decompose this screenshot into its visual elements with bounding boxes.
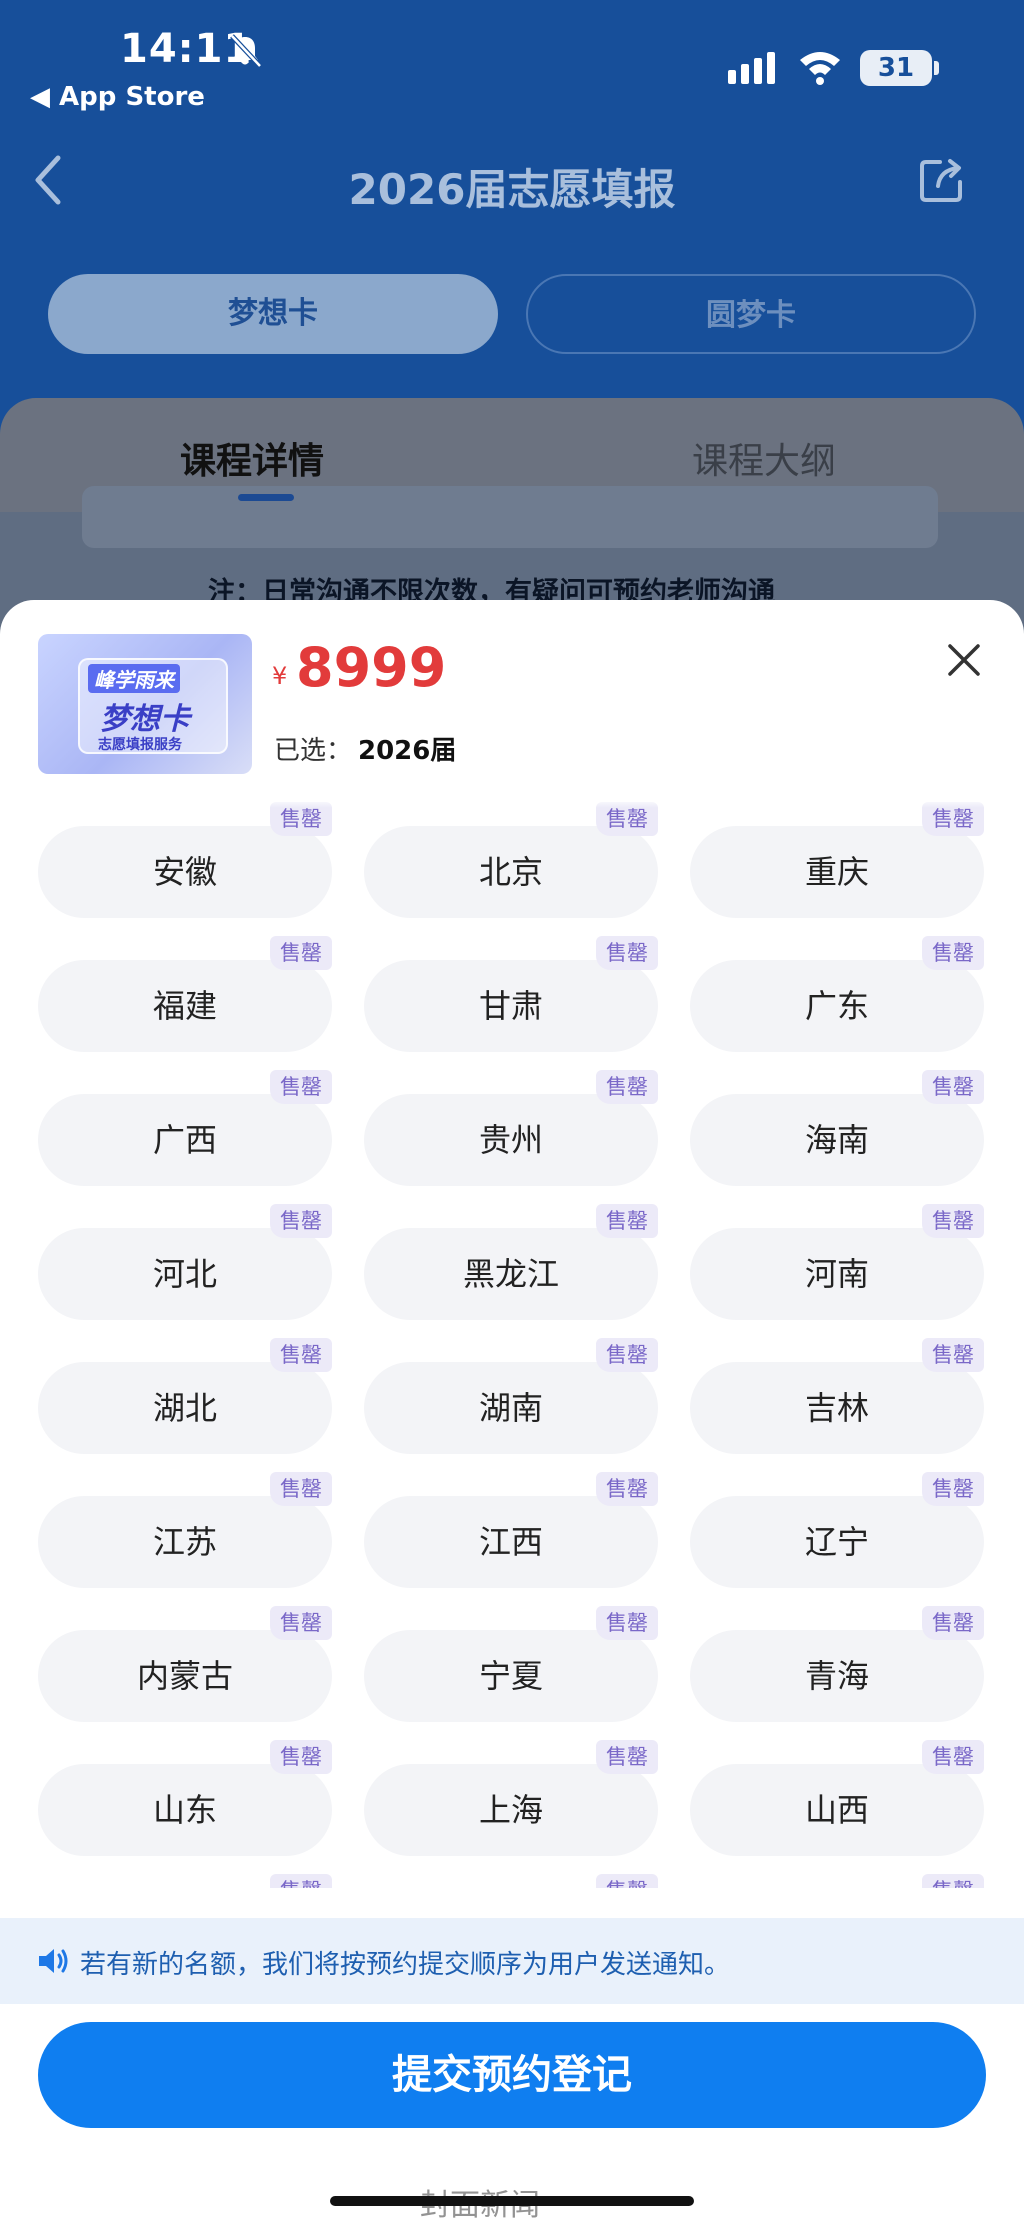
product-name: 梦想卡 [100,702,190,737]
cellular-signal-icon [728,52,775,84]
selected-label: 已选： [274,736,353,766]
home-indicator [330,2196,694,2206]
submit-reservation-button[interactable]: 提交预约登记 [38,2022,986,2128]
province-option[interactable]: 安徽 [38,826,332,918]
province-option[interactable]: 辽宁 [690,1496,984,1588]
notice-bar: 若有新的名额，我们将按预约提交顺序为用户发送通知。 [0,1918,1024,2004]
sold-out-badge: 售罄 [922,1606,984,1640]
province-option[interactable]: 北京 [364,826,658,918]
province-grid: 安徽 售罄 北京 售罄 重庆 售罄 福建 售罄 甘肃 售罄 广东 售罄 广西 售罄 贵州 售罄 海南 售罄 河北 售罄… [0,798,1024,1888]
province-option[interactable]: 福建 [38,960,332,1052]
sold-out-badge: 售罄 [596,936,658,970]
province-option[interactable]: 青海 [690,1630,984,1722]
page-title: 2026届志愿填报 [348,165,676,214]
price-currency: ¥ [272,662,288,690]
province-option[interactable]: 湖南 [364,1362,658,1454]
product-image: 峰学雨来 梦想卡 志愿填报服务 [38,634,252,774]
sold-out-badge: 售罄 [922,1472,984,1506]
tab-dream-card[interactable]: 梦想卡 [48,274,498,354]
sold-out-badge: 售罄 [270,1338,332,1372]
sold-out-badge: 售罄 [922,936,984,970]
active-tab-underline [238,494,294,501]
province-option[interactable]: 宁夏 [364,1630,658,1722]
province-option[interactable]: 湖北 [38,1362,332,1454]
sold-out-badge: 售罄 [596,1472,658,1506]
province-option[interactable]: 甘肃 [364,960,658,1052]
province-option[interactable]: 江苏 [38,1496,332,1588]
close-icon[interactable] [944,640,984,680]
battery-level: 31 [860,50,932,86]
province-option[interactable]: 海南 [690,1094,984,1186]
province-option[interactable]: 内蒙古 [38,1630,332,1722]
sold-out-badge: 售罄 [596,1740,658,1774]
province-option[interactable]: 河北 [38,1228,332,1320]
sold-out-badge: 售罄 [270,1874,332,1888]
back-to-app-store[interactable]: ◀ App Store [30,82,205,112]
status-bar: 14:11 ◀ App Store 31 [0,0,1024,120]
sold-out-badge: 售罄 [922,1204,984,1238]
price: 8999 [296,636,447,699]
tab-course-outline[interactable]: 课程大纲 [692,432,836,484]
selected-value: 2026届 [358,736,457,766]
sold-out-badge: 售罄 [596,1204,658,1238]
grid-fade [0,798,1024,808]
battery-tip [934,61,939,75]
province-option[interactable]: 山西 [690,1764,984,1856]
sold-out-badge: 售罄 [270,1204,332,1238]
speaker-icon [39,1949,68,1973]
sold-out-badge: 售罄 [596,1874,658,1888]
sold-out-badge: 售罄 [596,1070,658,1104]
province-option[interactable]: 上海 [364,1764,658,1856]
sold-out-badge: 售罄 [922,1338,984,1372]
province-option[interactable]: 吉林 [690,1362,984,1454]
notice-text: 若有新的名额，我们将按预约提交顺序为用户发送通知。 [80,1950,731,1980]
sold-out-badge: 售罄 [270,936,332,970]
purchase-sheet: 峰学雨来 梦想卡 志愿填报服务 ¥ 8999 已选： 2026届 安徽 售罄 北京售… [0,600,1024,2220]
sold-out-badge: 售罄 [270,1606,332,1640]
product-subtitle: 志愿填报服务 [98,737,182,753]
sold-out-badge: 售罄 [596,1606,658,1640]
province-option[interactable]: 黑龙江 [364,1228,658,1320]
province-option[interactable]: 广东 [690,960,984,1052]
province-option[interactable]: 江西 [364,1496,658,1588]
sold-out-badge: 售罄 [596,1338,658,1372]
sold-out-badge: 售罄 [270,1070,332,1104]
sold-out-badge: 售罄 [270,1740,332,1774]
province-option[interactable]: 河南 [690,1228,984,1320]
tab-fulfill-card[interactable]: 圆梦卡 [526,274,976,354]
province-option[interactable]: 山东 [38,1764,332,1856]
share-icon[interactable] [918,156,966,204]
province-option[interactable]: 贵州 [364,1094,658,1186]
wifi-icon [800,52,840,85]
sold-out-badge: 售罄 [270,1472,332,1506]
sold-out-badge: 售罄 [922,1070,984,1104]
province-option[interactable]: 重庆 [690,826,984,918]
product-brand: 峰学雨来 [88,664,180,693]
tab-course-details[interactable]: 课程详情 [180,432,324,484]
course-detail-box [82,486,938,548]
sold-out-badge: 售罄 [922,1740,984,1774]
bell-muted-icon [230,34,262,68]
province-option[interactable]: 广西 [38,1094,332,1186]
sold-out-badge: 售罄 [922,1874,984,1888]
